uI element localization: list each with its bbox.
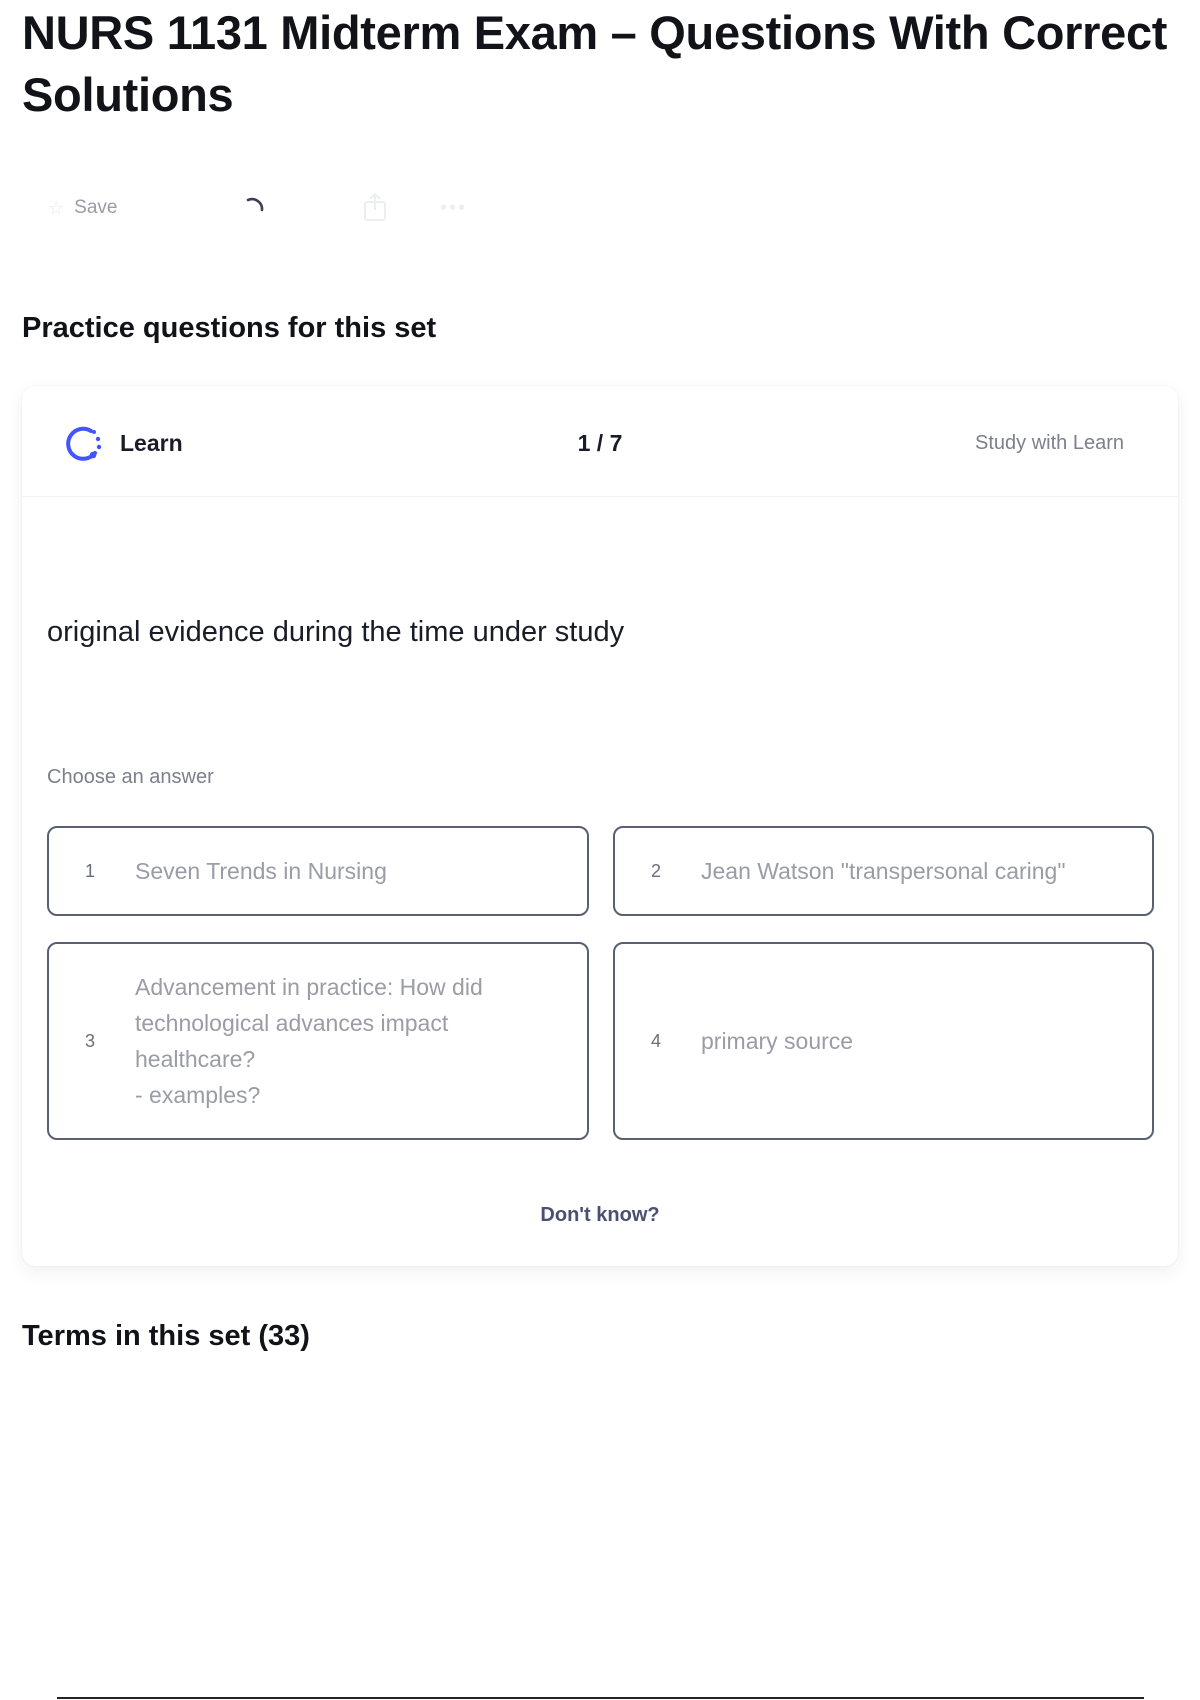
option-number: 4 (651, 1030, 662, 1051)
answer-option-3[interactable]: 3 Advancement in practice: How did techn… (47, 942, 589, 1140)
page: NURS 1131 Midterm Exam – Questions With … (0, 0, 1200, 1700)
spinner-icon (238, 188, 274, 228)
option-number: 1 (85, 860, 96, 881)
divider (57, 1697, 1144, 1699)
study-with-learn-link[interactable]: Study with Learn (975, 432, 1124, 455)
option-number: 2 (651, 860, 662, 881)
answer-option-4[interactable]: 4 primary source (613, 942, 1154, 1140)
question-text: original evidence during the time under … (47, 616, 625, 648)
toolbar: ☆ Save ••• (48, 188, 548, 228)
option-text: Seven Trends in Nursing (135, 858, 387, 884)
terms-heading: Terms in this set (33) (22, 1320, 310, 1352)
card-header: Learn 1 / 7 Study with Learn (22, 386, 1178, 497)
practice-heading: Practice questions for this set (22, 312, 437, 344)
star-icon: ☆ (48, 197, 65, 218)
save-label: Save (74, 197, 118, 218)
option-number: 3 (85, 1030, 96, 1051)
page-title: NURS 1131 Midterm Exam – Questions With … (22, 6, 1168, 121)
answer-option-1[interactable]: 1 Seven Trends in Nursing (47, 826, 589, 916)
more-icon[interactable]: ••• (440, 188, 476, 228)
option-text: Advancement in practice: How did technol… (135, 974, 483, 1108)
dont-know-button[interactable]: Don't know? (22, 1204, 1178, 1227)
option-text: Jean Watson "transpersonal caring" (701, 858, 1066, 884)
save-button[interactable]: ☆ Save (48, 188, 117, 228)
choose-answer-label: Choose an answer (47, 766, 214, 788)
option-text: primary source (701, 1028, 854, 1054)
answer-option-2[interactable]: 2 Jean Watson "transpersonal caring" (613, 826, 1154, 916)
share-icon[interactable] (358, 188, 394, 228)
practice-card: Learn 1 / 7 Study with Learn original ev… (22, 386, 1178, 1266)
